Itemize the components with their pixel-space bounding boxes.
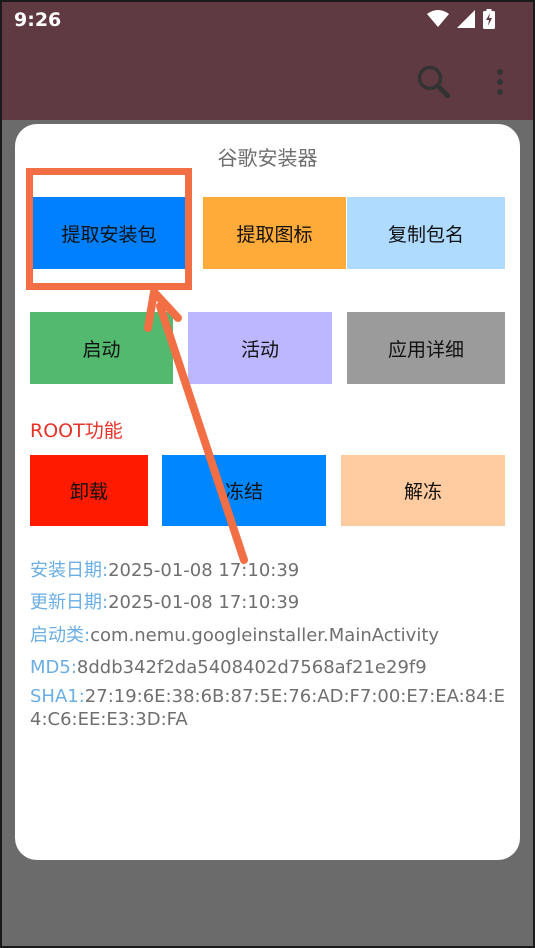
launch-class-row: 启动类:com.nemu.googleinstaller.MainActivit…: [30, 624, 439, 647]
sha1-row: SHA1:27:19:6E:38:6B:87:5E:76:AD:F7:00:E7…: [30, 685, 508, 731]
battery-charging-icon: [483, 9, 495, 29]
installer-dialog: 谷歌安装器 提取安装包 提取图标 复制包名 启动 活动 应用详细 ROOT功能 …: [15, 124, 520, 860]
update-date-row: 更新日期:2025-01-08 17:10:39: [30, 591, 299, 614]
install-date-value: 2025-01-08 17:10:39: [108, 560, 300, 581]
launch-class-key: 启动类:: [30, 625, 91, 646]
md5-key: MD5:: [30, 657, 77, 678]
activities-button[interactable]: 活动: [188, 312, 332, 384]
extract-apk-button[interactable]: 提取安装包: [30, 197, 188, 269]
sha1-value: 27:19:6E:38:6B:87:5E:76:AD:F7:00:E7:EA:8…: [30, 686, 506, 730]
root-section-label: ROOT功能: [30, 420, 123, 442]
install-date-key: 安装日期:: [30, 560, 109, 581]
uninstall-button[interactable]: 卸载: [30, 455, 148, 526]
search-icon: [417, 65, 450, 98]
wifi-icon: [427, 10, 449, 27]
md5-value: 8ddb342f2da5408402d7568af21e29f9: [76, 657, 427, 678]
unfreeze-button[interactable]: 解冻: [341, 455, 505, 526]
dialog-title: 谷歌安装器: [217, 146, 318, 170]
copy-package-name-button[interactable]: 复制包名: [347, 197, 505, 269]
signal-icon: [457, 10, 475, 28]
more-options-button[interactable]: [488, 64, 512, 100]
app-details-button[interactable]: 应用详细: [347, 312, 505, 384]
extract-icon-button[interactable]: 提取图标: [203, 197, 346, 269]
launch-button[interactable]: 启动: [30, 312, 173, 384]
launch-class-value: com.nemu.googleinstaller.MainActivity: [90, 625, 440, 646]
search-button[interactable]: [412, 60, 454, 102]
install-date-row: 安装日期:2025-01-08 17:10:39: [30, 559, 299, 582]
status-icons: [427, 8, 495, 30]
update-date-value: 2025-01-08 17:10:39: [108, 592, 300, 613]
more-vert-icon: [497, 69, 503, 95]
freeze-button[interactable]: 冻结: [162, 455, 326, 526]
status-bar: 9:26: [0, 0, 535, 40]
md5-row: MD5:8ddb342f2da5408402d7568af21e29f9: [30, 656, 427, 679]
update-date-key: 更新日期:: [30, 592, 109, 613]
sha1-key: SHA1:: [30, 686, 85, 707]
status-time: 9:26: [14, 9, 62, 31]
app-bar: [0, 40, 535, 120]
